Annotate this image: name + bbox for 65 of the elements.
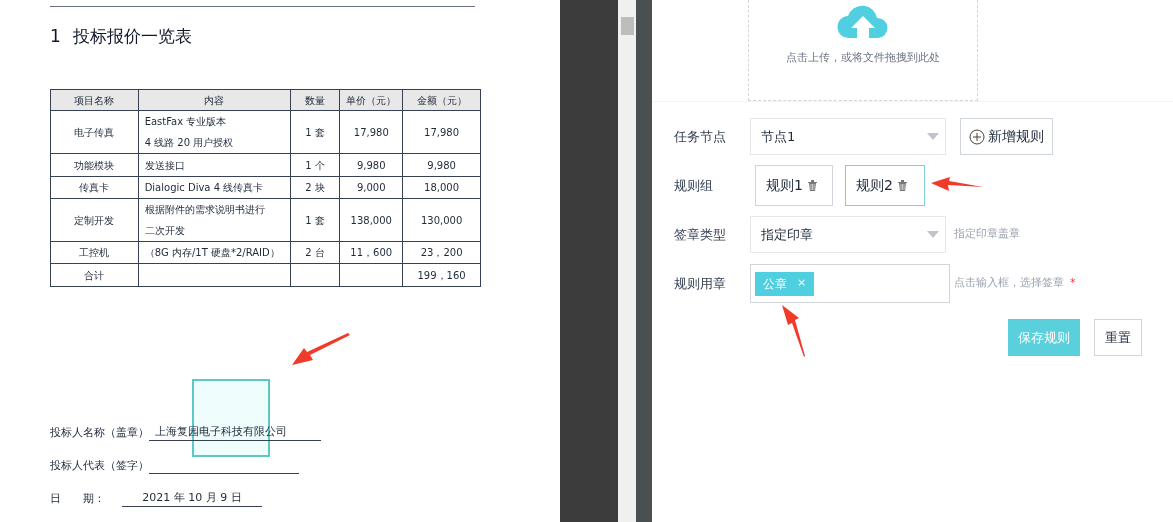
required-mark: * (1070, 275, 1076, 292)
dropdown[interactable]: 节点1 (750, 118, 946, 155)
table-cell-text: 2 台 (305, 246, 325, 260)
field-hint: 指定印章盖章 (954, 226, 1020, 243)
column-header: 项目名称 (50, 89, 139, 111)
table-cell-text: 传真卡 (79, 181, 110, 195)
table-cell-text: 17,980 (353, 125, 389, 140)
trash-icon[interactable] (806, 180, 818, 191)
trash-icon[interactable] (896, 180, 908, 191)
table-cell-text: 2 块 (305, 181, 325, 195)
plus-circle-icon (969, 128, 985, 145)
dropdown-caret-icon (927, 231, 939, 238)
heading-number: 1 (50, 25, 61, 49)
table-cell-text: 4 线路 20 用户授权 (144, 136, 234, 150)
table-cell-text: 二次开发 (144, 224, 185, 238)
field-label: 签章类型 (674, 225, 727, 244)
table-cell-text: 23，200 (420, 246, 463, 260)
table-cell-text: 功能模块 (74, 158, 115, 173)
column-header: 内容 (138, 89, 291, 111)
field-label: 规则组 (674, 176, 714, 195)
signature-label: 投标人名称（盖章） (50, 424, 149, 441)
table-cell-text: 138,000 (350, 213, 392, 228)
dropdown[interactable]: 指定印章 (750, 216, 946, 253)
signature-label: 日 期： (50, 490, 106, 507)
table-cell-text: 定制开发 (74, 213, 115, 228)
table-cell-text: EastFax 专业版本 (144, 115, 227, 129)
field-label: 任务节点 (674, 127, 727, 146)
column-header: 数量 (290, 89, 340, 111)
field-label: 规则用章 (674, 274, 727, 293)
table-cell-text: 130,000 (420, 213, 463, 228)
column-header: 单价（元） (339, 89, 403, 111)
table-cell-text: （8G 内存/1T 硬盘*2/RAID） (144, 246, 280, 260)
table-cell-text: 工控机 (79, 246, 110, 260)
scrollbar[interactable] (618, 0, 636, 522)
upload-hint: 点击上传，或将文件拖拽到此处 (786, 50, 940, 66)
table-cell-text: 发送接口 (144, 158, 185, 173)
column-header: 金额（元） (402, 89, 481, 111)
signature-label: 投标人代表（签字） (50, 457, 149, 474)
annotation-arrow (780, 304, 806, 358)
seal-tag-label: 公章 (763, 275, 787, 293)
rule-tab[interactable]: 规则2 (845, 165, 925, 206)
upload-area[interactable]: 点击上传，或将文件拖拽到此处 (748, 0, 978, 101)
table-cell-text: 1 套 (305, 125, 325, 140)
table-cell-text: 电子传真 (74, 125, 115, 140)
document-heading: 投标报价一览表 (72, 25, 192, 49)
field-hint: 点击输入框，选择签章 (954, 275, 1064, 292)
cloud-upload-icon (837, 4, 889, 40)
dropdown-caret-icon (927, 133, 939, 140)
table-cell-text: 9,980 (356, 158, 386, 173)
table-cell-text: 199，160 (417, 268, 466, 283)
table-cell-text: Dialogic Diva 4 线传真卡 (144, 181, 264, 195)
reset-button[interactable]: 重置 (1094, 319, 1142, 356)
fill-in-line: 2021 年 10 月 9 日 (122, 489, 262, 507)
table-cell-text: 根据附件的需求说明书进行 (144, 203, 265, 217)
table-cell-text: 11，600 (350, 246, 393, 260)
table-cell-text: 18,000 (424, 181, 460, 195)
table-cell-text: 17,980 (424, 125, 460, 140)
rule-tab[interactable]: 规则1 (755, 165, 833, 206)
table-cell-text: 1 套 (305, 213, 325, 228)
add-rule-button[interactable]: 新增规则 (960, 118, 1053, 155)
table-cell-text: 9,000 (356, 181, 386, 195)
table-cell-text: 合计 (84, 268, 105, 283)
table-cell-text: 9,980 (427, 158, 456, 173)
annotation-arrow (290, 333, 352, 367)
table-cell-text: 1 个 (305, 158, 325, 173)
